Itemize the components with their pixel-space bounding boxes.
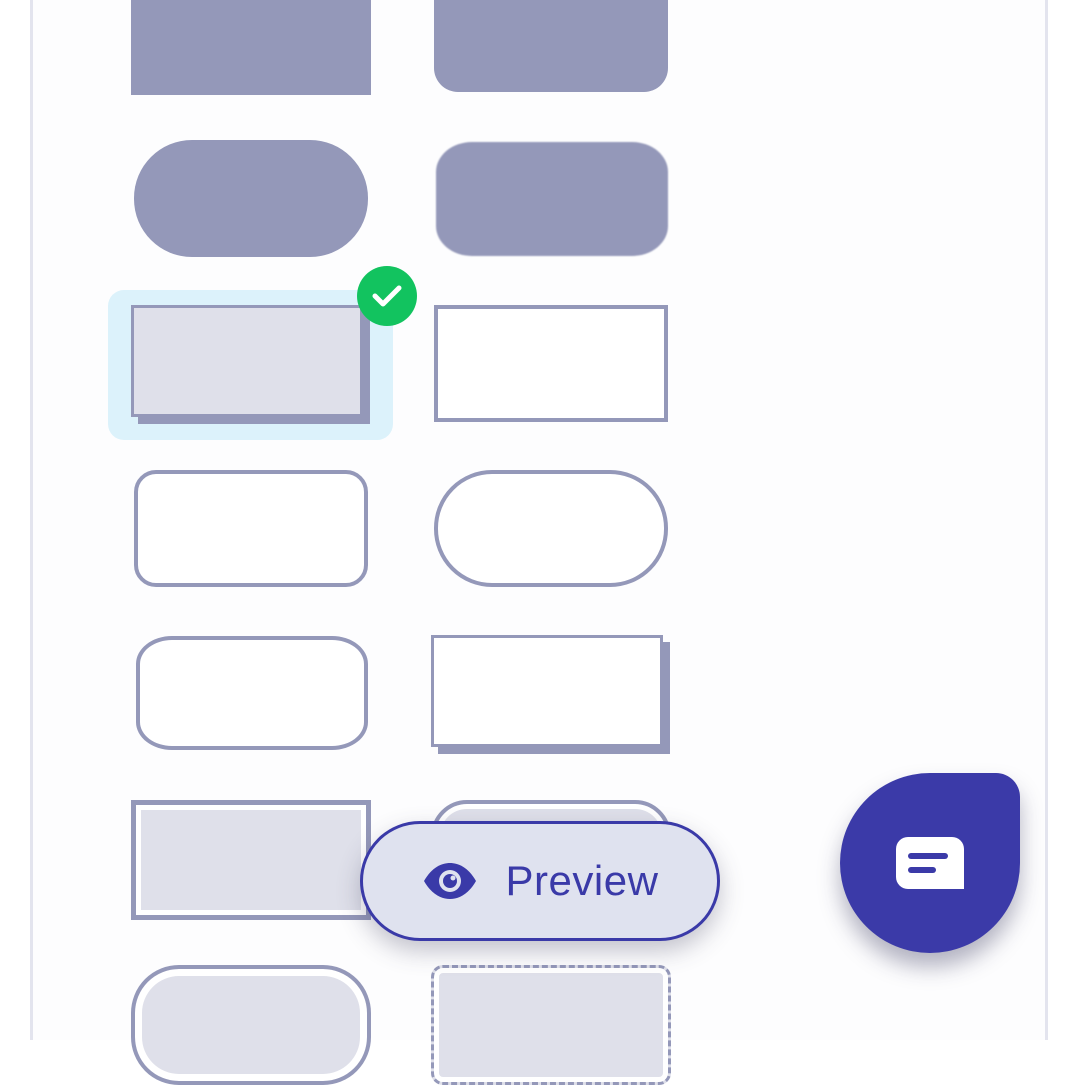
shape-option-dashed-rounded[interactable] (431, 965, 671, 1085)
eye-icon (423, 863, 476, 899)
shape-option-outline-rectangle[interactable] (434, 305, 668, 422)
shape-option-filled-pill[interactable] (134, 140, 368, 257)
shape-option-shadowed-rectangle[interactable] (131, 305, 363, 417)
shape-option-filled-rectangle[interactable] (131, 0, 371, 95)
chat-button[interactable] (840, 773, 1020, 953)
shape-option-outline-rounded[interactable] (134, 470, 368, 587)
preview-label: Preview (505, 857, 659, 904)
shape-option-double-border-pill[interactable] (131, 965, 371, 1085)
shape-option-outline-blob[interactable] (136, 636, 368, 750)
shape-option-double-border-rectangle[interactable] (131, 800, 371, 920)
chat-icon (896, 837, 964, 889)
shape-option-outline-pill[interactable] (434, 470, 668, 587)
shape-option-filled-rounded[interactable] (434, 0, 668, 92)
shape-option-filled-blob[interactable] (436, 142, 668, 256)
shape-option-outline-shadowed-rectangle[interactable] (431, 635, 663, 747)
preview-button[interactable]: Preview (360, 821, 720, 941)
check-icon (357, 266, 417, 326)
